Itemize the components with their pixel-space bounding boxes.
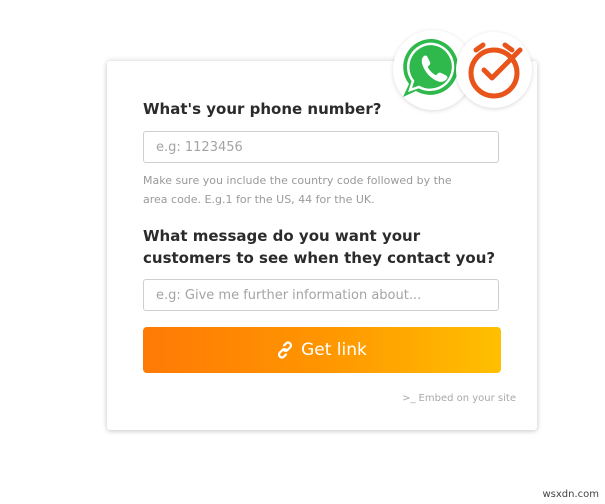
clock-badge [456,32,532,108]
get-link-button[interactable]: Get link [143,327,501,373]
embed-link[interactable]: >_ Embed on your site [402,393,516,404]
link-icon [277,341,293,359]
phone-hint-line-1: Make sure you include the country code f… [143,174,452,187]
message-question-line-1: What message do you want your [143,227,421,245]
get-link-label: Get link [301,340,367,360]
page: What's your phone number? Make sure you … [0,0,605,504]
embed-label: Embed on your site [418,393,516,404]
watermark: wsxdn.com [542,489,599,500]
message-question-line-2: customers to see when they contact you? [143,249,496,267]
phone-hint: Make sure you include the country code f… [143,171,493,209]
phone-hint-line-2: area code. E.g.1 for the US, 44 for the … [143,193,375,206]
app-logos [393,30,533,110]
clock-check-icon [468,42,523,99]
message-question-label: What message do you want your customers … [143,225,513,269]
get-link-card: What's your phone number? Make sure you … [107,61,537,430]
terminal-prompt-icon: >_ [402,393,416,404]
message-input[interactable] [143,279,499,311]
phone-input[interactable] [143,131,499,163]
